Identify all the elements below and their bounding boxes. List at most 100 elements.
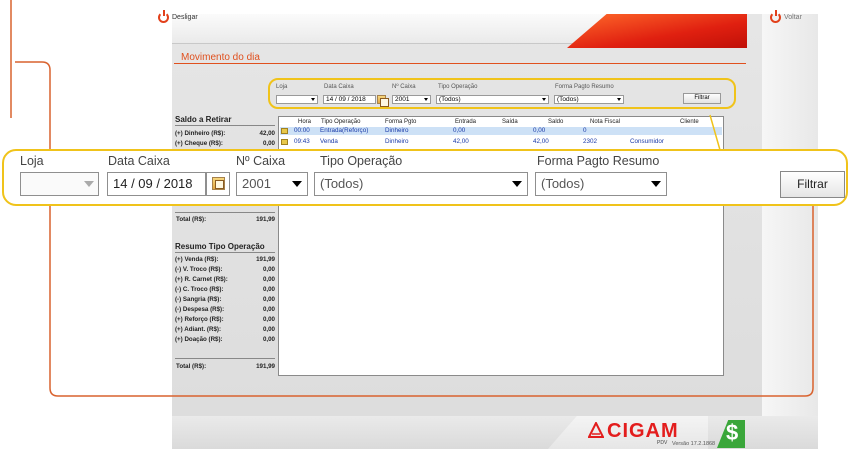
resumo-row-label: (-) Sangria (R$): bbox=[175, 296, 222, 303]
resumo-row-label: (+) Doação (R$): bbox=[175, 336, 223, 343]
tipo-operacao-select[interactable]: (Todos) bbox=[314, 172, 528, 196]
loja-select-small[interactable] bbox=[276, 95, 318, 104]
tipo-operacao-select-small[interactable]: (Todos) bbox=[436, 95, 549, 104]
title-underline bbox=[174, 63, 746, 64]
num-caixa-select[interactable]: 2001 bbox=[236, 172, 308, 196]
cell-nota: 2302 bbox=[583, 138, 598, 145]
resumo-row: (+) R. Carnet (R$): 0,00 bbox=[175, 276, 275, 283]
resumo-total-value: 191,99 bbox=[256, 363, 275, 370]
desligar-label: Desligar bbox=[172, 14, 198, 21]
voltar-button[interactable]: Voltar bbox=[770, 10, 802, 23]
column-header-hora[interactable]: Hora bbox=[298, 119, 311, 125]
column-header-forma-pgto[interactable]: Forma Pgto bbox=[385, 119, 416, 125]
cell-forma: Dinheiro bbox=[385, 138, 409, 145]
chevron-down-icon bbox=[423, 96, 430, 103]
resumo-row-value: 0,00 bbox=[262, 266, 275, 273]
cell-forma: Dinheiro bbox=[385, 127, 409, 134]
column-header-entrada[interactable]: Entrada bbox=[455, 119, 476, 125]
cell-hora: 00:00 bbox=[294, 127, 310, 134]
resumo-row-value: 0,00 bbox=[262, 296, 275, 303]
voltar-label: Voltar bbox=[784, 14, 802, 21]
forma-pagto-value: (Todos) bbox=[541, 176, 585, 191]
cigam-logo-text: CIGAM bbox=[607, 420, 679, 442]
resumo-row-value: 0,00 bbox=[262, 336, 275, 343]
calendar-icon bbox=[212, 177, 225, 190]
saldo-row-value: 42,00 bbox=[259, 130, 275, 137]
column-header-cliente[interactable]: Cliente bbox=[680, 119, 699, 125]
num-caixa-select-small[interactable]: 2001 bbox=[392, 95, 431, 104]
forma-pagto-label-small: Forma Pagto Resumo bbox=[555, 84, 614, 90]
chevron-down-icon bbox=[616, 96, 623, 103]
resumo-row-label: (+) Venda (R$): bbox=[175, 256, 219, 263]
chevron-down-icon bbox=[508, 175, 526, 193]
data-caixa-input-small[interactable]: 14 / 09 / 2018 bbox=[323, 95, 376, 104]
column-header-saida[interactable]: Saída bbox=[502, 119, 518, 125]
num-caixa-label-small: Nº Caixa bbox=[392, 84, 416, 90]
forma-pagto-label: Forma Pagto Resumo bbox=[537, 154, 660, 168]
resumo-row-value: 191,99 bbox=[256, 256, 275, 263]
resumo-row-value: 0,00 bbox=[262, 306, 275, 313]
resumo-row-label: (+) Reforço (R$): bbox=[175, 316, 224, 323]
saldo-row: (+) Cheque (R$): 0,00 bbox=[175, 140, 275, 147]
column-header-nota-fiscal[interactable]: Nota Fiscal bbox=[590, 119, 620, 125]
num-caixa-label: Nº Caixa bbox=[236, 154, 286, 168]
num-caixa-value: 2001 bbox=[242, 176, 271, 191]
column-header-tipo-operacao[interactable]: Tipo Operação bbox=[321, 119, 360, 125]
calendar-button[interactable] bbox=[206, 172, 230, 196]
filtrar-button[interactable]: Filtrar bbox=[780, 171, 845, 198]
resumo-row: (-) C. Troco (R$): 0,00 bbox=[175, 286, 275, 293]
table-row[interactable]: 09:43 Venda Dinheiro 42,00 42,00 2302 Co… bbox=[280, 138, 722, 146]
resumo-total-row: Total (R$): 191,99 bbox=[176, 363, 275, 370]
loja-label-small: Loja bbox=[276, 84, 288, 90]
loja-select[interactable] bbox=[20, 172, 99, 196]
chevron-down-icon bbox=[647, 175, 665, 193]
filtrar-button-small[interactable]: Filtrar bbox=[683, 93, 721, 104]
tipo-operacao-value: (Todos) bbox=[320, 176, 364, 191]
page-title: Movimento do dia bbox=[181, 52, 260, 63]
saldo-total-row: Total (R$): 191,99 bbox=[176, 216, 275, 223]
saldo-row-label: (+) Cheque (R$): bbox=[175, 140, 223, 147]
edit-icon[interactable] bbox=[281, 139, 288, 145]
resumo-row-label: (+) R. Carnet (R$): bbox=[175, 276, 228, 283]
dollar-symbol: $ bbox=[726, 420, 739, 445]
tipo-operacao-label-small: Tipo Operação bbox=[438, 84, 478, 90]
tipo-operacao-label: Tipo Operação bbox=[320, 154, 403, 168]
cell-saldo: 42,00 bbox=[533, 138, 549, 145]
resumo-row: (-) V. Troco (R$): 0,00 bbox=[175, 266, 275, 273]
resumo-row-value: 0,00 bbox=[262, 316, 275, 323]
chevron-down-icon bbox=[288, 175, 306, 193]
cell-hora: 09:43 bbox=[294, 138, 310, 145]
back-power-icon bbox=[770, 10, 781, 23]
resumo-row-value: 0,00 bbox=[262, 286, 275, 293]
resumo-row-label: (+) Adiant. (R$): bbox=[175, 326, 222, 333]
cell-entrada: 42,00 bbox=[453, 138, 469, 145]
calendar-icon[interactable] bbox=[377, 95, 389, 107]
resumo-row-label: (-) C. Troco (R$): bbox=[175, 286, 224, 293]
right-side-panel bbox=[762, 14, 818, 449]
screen: Desligar Voltar Movimento do dia Loja Da… bbox=[0, 0, 849, 449]
desligar-button[interactable]: Desligar bbox=[158, 10, 198, 23]
cell-cliente: Consumidor bbox=[630, 138, 664, 145]
table-row[interactable]: 00:00 Entrada(Reforço) Dinheiro 0,00 0,0… bbox=[280, 127, 722, 135]
saldo-row-label: (+) Dinheiro (R$): bbox=[175, 130, 226, 137]
pdv-label: PDV bbox=[657, 440, 668, 446]
resumo-row: (+) Venda (R$): 191,99 bbox=[175, 256, 275, 263]
cell-entrada: 0,00 bbox=[453, 127, 466, 134]
forma-pagto-select[interactable]: (Todos) bbox=[535, 172, 667, 196]
cell-tipo: Venda bbox=[320, 138, 338, 145]
chevron-down-icon bbox=[541, 96, 548, 103]
saldo-row-value: 0,00 bbox=[262, 140, 275, 147]
forma-pagto-value-small: (Todos) bbox=[557, 96, 579, 103]
forma-pagto-select-small[interactable]: (Todos) bbox=[554, 95, 624, 104]
cell-nota: 0 bbox=[583, 127, 587, 134]
resumo-row-label: (-) Despesa (R$): bbox=[175, 306, 225, 313]
resumo-row: (+) Doação (R$): 0,00 bbox=[175, 336, 275, 343]
cell-saldo: 0,00 bbox=[533, 127, 546, 134]
edit-icon[interactable] bbox=[281, 128, 288, 134]
resumo-row: (-) Sangria (R$): 0,00 bbox=[175, 296, 275, 303]
tipo-operacao-value-small: (Todos) bbox=[439, 96, 461, 103]
cigam-logo-icon bbox=[588, 422, 604, 438]
column-header-saldo[interactable]: Saldo bbox=[548, 119, 563, 125]
data-caixa-input[interactable]: 14 / 09 / 2018 bbox=[107, 172, 206, 196]
chevron-down-icon bbox=[80, 175, 98, 193]
